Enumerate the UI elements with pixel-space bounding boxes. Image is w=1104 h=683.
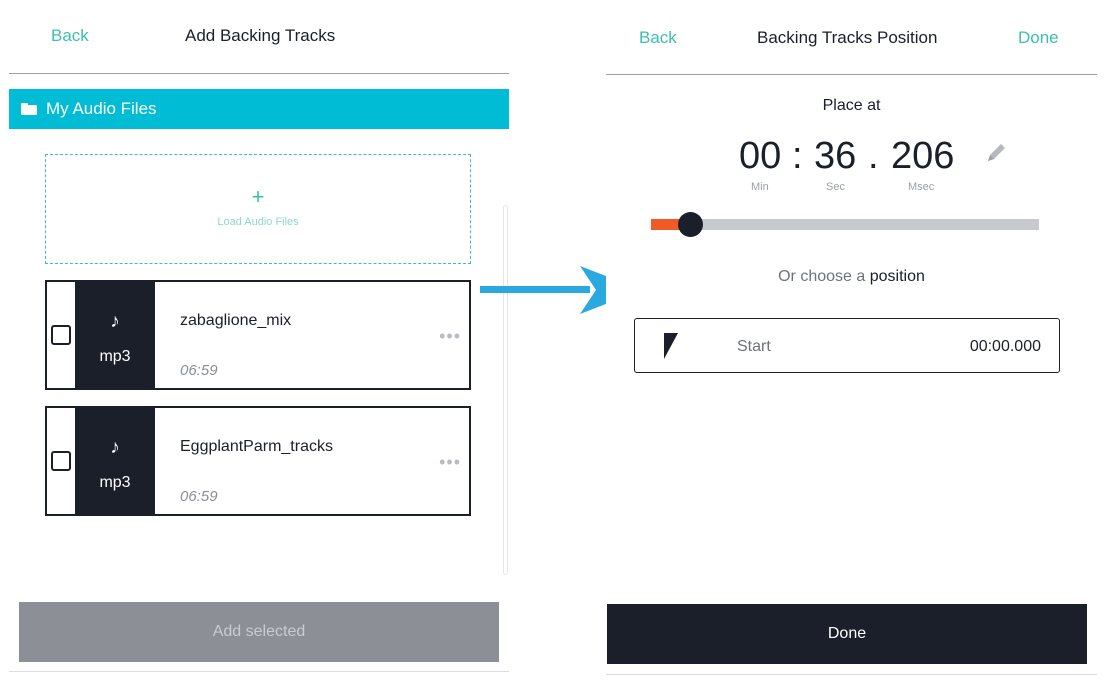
choose-prefix: Or choose a	[778, 268, 866, 285]
track-thumbnail: ♪ mp3	[75, 408, 155, 514]
plus-icon: +	[251, 184, 265, 209]
choose-position-label: Or choose a position	[606, 268, 1097, 286]
track-checkbox[interactable]	[51, 451, 71, 471]
place-at-label: Place at	[822, 97, 881, 114]
track-checkbox[interactable]	[51, 325, 71, 345]
folder-label: My Audio Files	[46, 99, 157, 118]
min-label: Min	[751, 181, 769, 193]
msec-label: Msec	[908, 181, 935, 193]
sec-label: Sec	[826, 181, 845, 193]
back-button[interactable]: Back	[639, 28, 677, 48]
more-options-icon[interactable]: •••	[439, 326, 461, 347]
music-note-icon: ♪	[110, 311, 120, 332]
start-marker-icon	[664, 333, 678, 359]
more-options-icon[interactable]: •••	[439, 452, 461, 473]
page-title: Add Backing Tracks	[185, 26, 336, 45]
done-button[interactable]: Done	[607, 604, 1087, 664]
load-audio-files-label: Load Audio Files	[217, 216, 299, 228]
right-header: Back Backing Tracks Position Done	[606, 0, 1097, 75]
position-option-start[interactable]: Start 00:00.000	[634, 318, 1060, 373]
page-title: Backing Tracks Position	[757, 28, 938, 47]
music-note-icon: ♪	[110, 437, 120, 458]
time-seconds[interactable]: 36	[814, 134, 856, 178]
slider-handle[interactable]	[678, 212, 703, 237]
track-format: mp3	[99, 474, 131, 491]
track-thumbnail: ♪ mp3	[75, 282, 155, 388]
time-separator: :	[792, 135, 803, 177]
track-item[interactable]: ♪ mp3 zabaglione_mix 06:59 •••	[45, 280, 471, 390]
track-format: mp3	[99, 348, 131, 365]
track-item[interactable]: ♪ mp3 EggplantParm_tracks 06:59 •••	[45, 406, 471, 516]
position-label: Start	[737, 338, 771, 355]
folder-icon	[21, 103, 37, 115]
time-minutes[interactable]: 00	[739, 134, 781, 178]
choose-emphasis: position	[869, 268, 925, 285]
time-milliseconds[interactable]: 206	[891, 134, 954, 178]
position-slider[interactable]	[651, 212, 1039, 237]
load-audio-files-dropzone[interactable]: + Load Audio Files	[45, 154, 471, 264]
backing-tracks-position-panel: Back Backing Tracks Position Done Place …	[606, 0, 1097, 675]
folder-bar-my-audio-files[interactable]: My Audio Files	[9, 89, 509, 129]
left-header: Back Add Backing Tracks	[9, 0, 509, 74]
done-header-button[interactable]: Done	[1018, 28, 1059, 48]
add-selected-button[interactable]: Add selected	[19, 602, 499, 662]
position-time: 00:00.000	[969, 338, 1041, 355]
track-duration: 06:59	[180, 488, 218, 505]
back-button[interactable]: Back	[51, 26, 89, 46]
track-name: zabaglione_mix	[180, 312, 292, 329]
track-duration: 06:59	[180, 362, 218, 379]
pencil-edit-icon[interactable]	[984, 141, 1008, 165]
track-name: EggplantParm_tracks	[180, 438, 333, 455]
scrollbar[interactable]	[503, 205, 508, 575]
time-separator: .	[868, 135, 879, 177]
add-backing-tracks-panel: Back Add Backing Tracks My Audio Files +…	[9, 0, 509, 672]
